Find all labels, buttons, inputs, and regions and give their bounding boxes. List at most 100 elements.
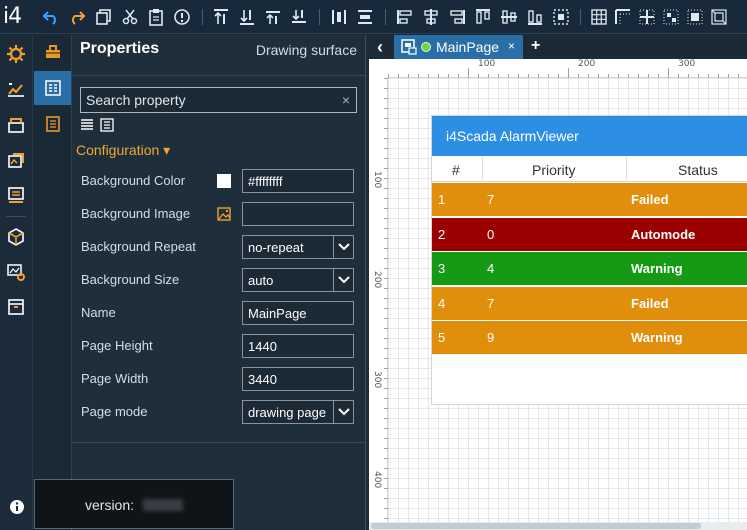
ruler-tick: [384, 318, 388, 319]
info-icon[interactable]: [9, 499, 25, 515]
grid-icon[interactable]: [590, 8, 608, 26]
prop-row-background-repeat: Background Repeat no-repeat: [81, 235, 361, 259]
prop-label: Background Size: [81, 272, 180, 287]
tab-mainpage[interactable]: MainPage ×: [394, 35, 523, 59]
undo-icon[interactable]: [42, 8, 60, 26]
name-input[interactable]: MainPage: [242, 301, 354, 325]
nav-separator: [6, 216, 26, 217]
ruler-tick: [384, 438, 388, 439]
ruler-tick: [384, 178, 388, 179]
align-top-icon[interactable]: [474, 8, 492, 26]
prop-label: Page Width: [81, 371, 149, 386]
ruler-tick: [384, 148, 388, 149]
panel-switcher: [34, 35, 71, 530]
dashboard-icon[interactable]: [6, 79, 26, 99]
prop-label: Page mode: [81, 404, 148, 419]
ruler-label: 100: [372, 171, 382, 189]
bring-forward-icon[interactable]: [264, 8, 282, 26]
copy-icon[interactable]: [95, 8, 113, 26]
redo-icon[interactable]: [68, 8, 86, 26]
clear-search-button[interactable]: ×: [342, 92, 350, 108]
page-width-input[interactable]: 3440: [242, 367, 354, 391]
ruler-tick: [498, 74, 499, 78]
grid-corner-icon[interactable]: [614, 8, 632, 26]
column-header[interactable]: Status: [678, 162, 718, 178]
status-dot: [421, 42, 431, 52]
grid-fill-icon[interactable]: [686, 8, 704, 26]
send-back-icon[interactable]: [238, 8, 256, 26]
ruler-tick: [688, 74, 689, 78]
ruler-tick: [418, 74, 419, 78]
ruler-label: 100: [478, 59, 496, 69]
table-row[interactable]: 1 7 Failed: [432, 183, 747, 216]
group-icon[interactable]: [552, 8, 570, 26]
grid-center-icon[interactable]: [638, 8, 656, 26]
report-icon[interactable]: [6, 185, 26, 205]
page-height-input[interactable]: 1440: [242, 334, 354, 358]
scrollbar-thumb[interactable]: [371, 523, 701, 529]
column-header[interactable]: Priority: [532, 162, 576, 178]
table-row[interactable]: 3 4 Warning: [432, 252, 747, 285]
category-view-icon[interactable]: [100, 118, 114, 132]
page-mode-select[interactable]: drawing page: [242, 400, 354, 424]
ruler-tick: [408, 74, 409, 78]
table-row[interactable]: 5 9 Warning: [432, 321, 747, 354]
ruler-label: 300: [678, 59, 696, 69]
search-input[interactable]: [81, 88, 331, 112]
configuration-section-toggle[interactable]: Configuration ▾: [76, 142, 170, 159]
background-repeat-select[interactable]: no-repeat: [242, 235, 354, 259]
layers-icon[interactable]: [6, 115, 26, 135]
prop-row-background-image: Background Image: [81, 202, 361, 226]
align-bottom-icon[interactable]: [526, 8, 544, 26]
properties-icon[interactable]: [34, 71, 71, 105]
ruler-tick: [384, 378, 388, 379]
distribute-vertical-icon[interactable]: [356, 8, 374, 26]
bring-front-icon[interactable]: [212, 8, 230, 26]
align-center-icon[interactable]: [422, 8, 440, 26]
package-icon[interactable]: [6, 227, 26, 247]
align-right-icon[interactable]: [448, 8, 466, 26]
prop-label: Background Color: [81, 173, 186, 188]
row-number: 3: [438, 261, 446, 276]
image-picker-icon[interactable]: [217, 207, 231, 221]
drawing-canvas[interactable]: 100 200 300 100 200 300 400 i4Scada Alar…: [369, 59, 747, 530]
distribute-horizontal-icon[interactable]: [330, 8, 348, 26]
list-view-icon[interactable]: [80, 118, 94, 132]
background-image-input[interactable]: [242, 202, 354, 226]
background-color-input[interactable]: #ffffffff: [242, 169, 354, 193]
ruler-tick: [578, 74, 579, 78]
properties-panel: Properties Drawing surface × Configurati…: [71, 35, 366, 530]
alarm-viewer-widget[interactable]: i4Scada AlarmViewer # Priority Status 1 7…: [431, 115, 747, 405]
ruler-tick: [678, 74, 679, 78]
align-middle-icon[interactable]: [500, 8, 518, 26]
align-left-icon[interactable]: [396, 8, 414, 26]
info-icon[interactable]: [173, 8, 191, 26]
table-row[interactable]: 2 0 Automode: [432, 218, 747, 251]
table-row[interactable]: 4 7 Failed: [432, 287, 747, 320]
ruler-tick: [528, 74, 529, 78]
grid-dots-icon[interactable]: [662, 8, 680, 26]
ruler-tick: [384, 78, 388, 79]
horizontal-scrollbar[interactable]: [369, 522, 747, 530]
chevron-left-icon[interactable]: ‹: [369, 35, 391, 59]
background-size-select[interactable]: auto: [242, 268, 354, 292]
fit-icon[interactable]: [710, 8, 728, 26]
add-tab-button[interactable]: +: [531, 37, 540, 55]
send-backward-icon[interactable]: [290, 8, 308, 26]
close-tab-button[interactable]: ×: [508, 39, 515, 53]
color-swatch[interactable]: [217, 174, 231, 188]
toolbar-separator: [202, 9, 203, 25]
settings-icon[interactable]: [6, 44, 26, 64]
network-config-icon[interactable]: [6, 262, 26, 282]
page-icon[interactable]: [6, 150, 26, 170]
prop-label: Background Repeat: [81, 239, 196, 254]
toolbox-icon[interactable]: [34, 35, 71, 69]
row-number: 1: [438, 192, 446, 207]
cut-icon[interactable]: [121, 8, 139, 26]
ruler-tick: [708, 74, 709, 78]
column-header[interactable]: #: [452, 162, 460, 178]
notes-icon[interactable]: [34, 107, 71, 141]
ruler-tick: [384, 118, 388, 119]
archive-icon[interactable]: [6, 297, 26, 317]
paste-icon[interactable]: [147, 8, 165, 26]
